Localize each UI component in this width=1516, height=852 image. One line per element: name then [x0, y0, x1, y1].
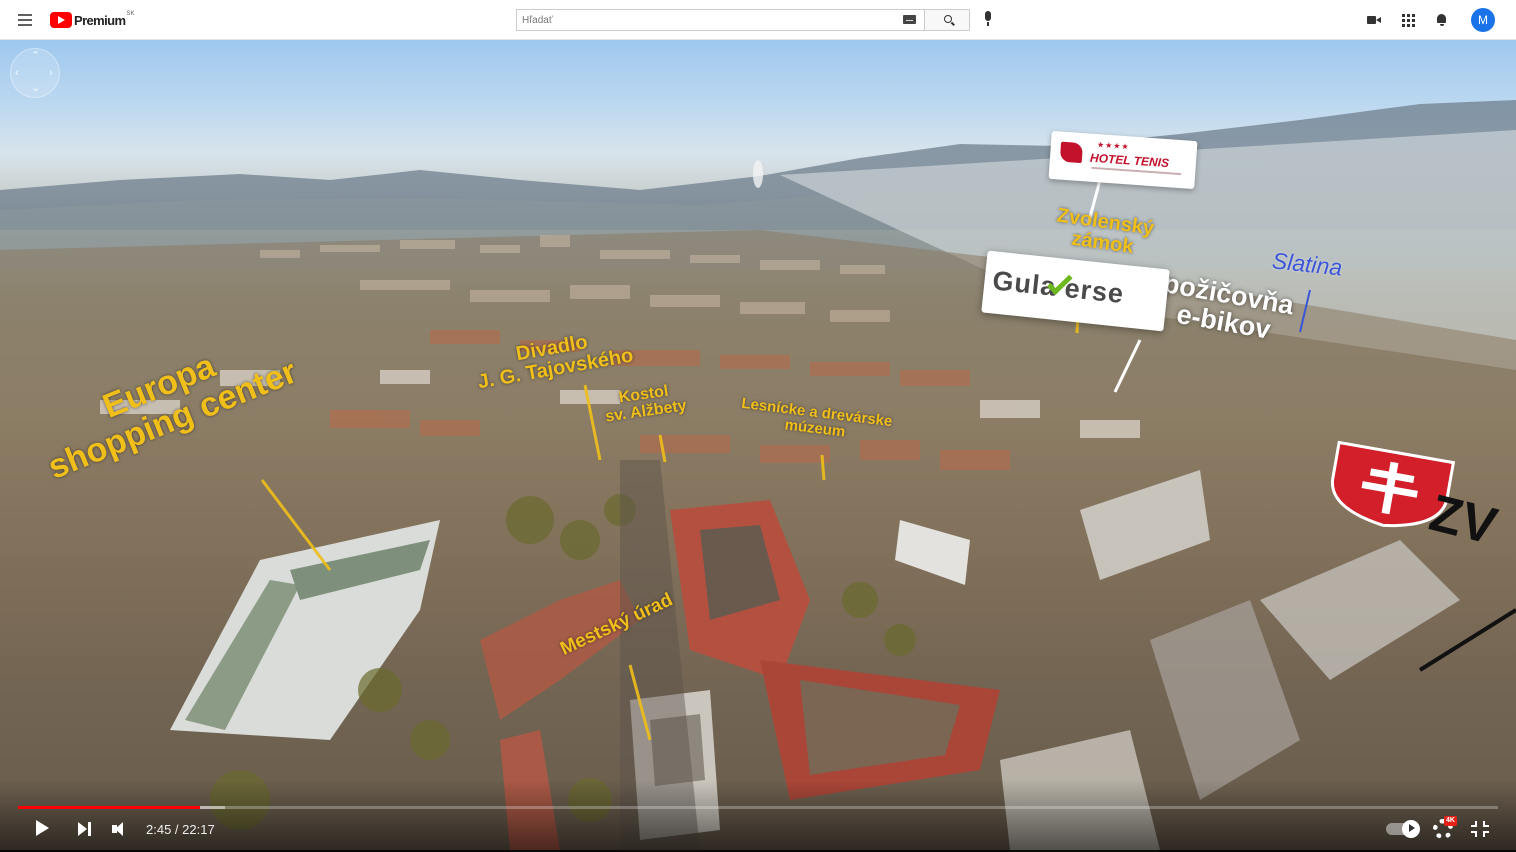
logo-text: Premium	[74, 12, 126, 28]
controls-gradient	[0, 780, 1516, 850]
youtube-play-icon	[50, 12, 72, 28]
hotel-tenis-sign: ★★★★ HOTEL TENIS	[1048, 130, 1198, 190]
search-input[interactable]	[516, 9, 924, 31]
quality-badge: 4K	[1444, 816, 1457, 826]
create-video-icon[interactable]	[1366, 12, 1382, 28]
keyboard-icon[interactable]	[903, 15, 916, 24]
hotel-tenis-logo-icon	[1059, 141, 1084, 164]
logo-region: SK	[126, 11, 135, 17]
progress-played	[18, 806, 201, 809]
progress-bar[interactable]	[18, 806, 1498, 809]
search-icon	[944, 15, 952, 23]
exit-fullscreen-icon[interactable]	[1471, 821, 1489, 837]
play-button[interactable]	[34, 818, 50, 840]
volume-icon[interactable]	[112, 818, 130, 840]
microphone-icon[interactable]	[982, 11, 994, 29]
autoplay-toggle[interactable]	[1386, 820, 1420, 838]
search-button[interactable]	[924, 9, 970, 31]
aerial-city-scene	[0, 100, 1516, 850]
360-navigation-control[interactable]: ⌃ ‹ › ⌄	[10, 48, 60, 98]
search-bar	[516, 9, 970, 31]
top-bar: Premium SK M	[0, 0, 1516, 40]
video-player[interactable]: ⌃ ‹ › ⌄ Europa shopping center Divadlo J…	[0, 40, 1516, 850]
hotel-stars: ★★★★	[1096, 140, 1130, 152]
notifications-bell-icon[interactable]	[1434, 12, 1450, 28]
time-display: 2:45 / 22:17	[146, 822, 215, 837]
avatar[interactable]: M	[1471, 8, 1495, 32]
menu-icon[interactable]	[14, 10, 36, 30]
youtube-premium-logo[interactable]: Premium SK	[50, 10, 134, 30]
next-video-button[interactable]	[77, 818, 93, 840]
apps-grid-icon[interactable]	[1400, 12, 1416, 28]
